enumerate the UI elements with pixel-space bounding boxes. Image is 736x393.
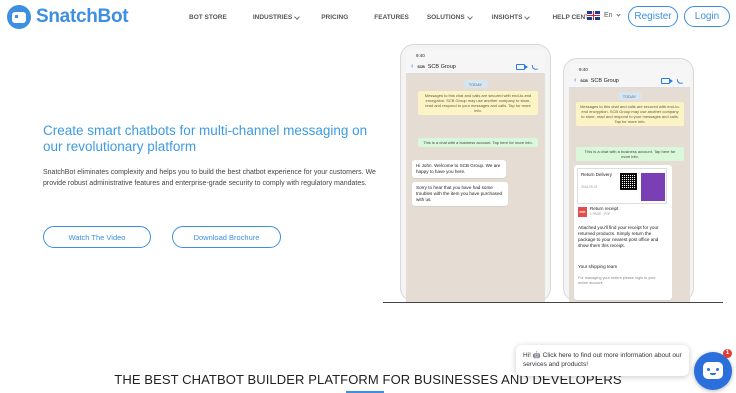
receipt-card: Return Delivery 2018-09-23 (577, 168, 667, 204)
nav-label: PRICING (321, 14, 349, 21)
business-notice: This is a chat with a business account. … (418, 138, 538, 147)
qr-code (620, 173, 637, 190)
nav-label: BOT STORE (189, 14, 227, 21)
nav-item-insights[interactable]: INSIGHTS (491, 13, 531, 21)
file-meta: 1 PAGE · PDF (590, 212, 611, 216)
chat-header: ‹ SCB SCB Group (406, 60, 545, 74)
chat-widget-tooltip[interactable]: Hi! 🤖 Click here to find out more inform… (516, 345, 689, 376)
back-arrow-icon: ‹ (574, 77, 577, 84)
robot-icon (703, 362, 723, 379)
video-call-icon (516, 63, 528, 70)
phones-illustration: 9:40 ‹ SCB SCB Group TODAY Messages to t… (383, 36, 723, 303)
chevron-down-icon (294, 13, 301, 20)
encryption-notice: Messages to this chat and calls are secu… (418, 91, 538, 115)
phone-mockup-front: 9:40 ‹ SCB SCB Group TODAY Messages to t… (563, 58, 694, 303)
nav-label: FEATURES (374, 14, 409, 21)
phone-call-icon (676, 77, 684, 84)
brand-name: SnatchBot (36, 6, 129, 27)
nav-item-solutions[interactable]: SOLUTIONS (426, 13, 473, 21)
nav-item-features[interactable]: FEATURES (374, 14, 409, 21)
file-name[interactable]: Return receipt (590, 206, 618, 212)
chat-contact-name: SCB Group (590, 77, 619, 84)
hero-title: Create smart chatbots for multi-channel … (43, 123, 368, 154)
nav-item-bot-store[interactable]: BOT STORE (189, 14, 227, 21)
chat-contact-name: SCB Group (427, 63, 456, 70)
receipt-card-title: Return Delivery (581, 172, 613, 177)
receipt-footer: For managing your orders please login to… (578, 276, 656, 285)
status-time: 9:40 (569, 64, 690, 74)
hero-description: SnatchBot eliminates complexity and help… (43, 169, 376, 187)
download-brochure-button[interactable]: Download Brochure (172, 226, 281, 248)
site-header: SnatchBot BOT STORE INDUSTRIES PRICING F… (0, 0, 736, 36)
receipt-card-meta: 2018-09-23 (581, 185, 598, 189)
nav-label: INSIGHTS (491, 14, 523, 21)
notification-badge: 1 (723, 349, 732, 358)
chat-header: ‹ SCB SCB Group (569, 74, 690, 88)
scb-logo: SCB (580, 78, 588, 83)
chat-message: Hi John. Welcome to SCB Group. We are ha… (412, 160, 506, 178)
nav-label: SOLUTIONS (426, 14, 465, 21)
chevron-down-icon (466, 13, 473, 20)
illustration-baseline (383, 302, 723, 303)
date-divider: TODAY (463, 80, 488, 88)
date-divider: TODAY (617, 92, 642, 100)
phone-call-icon (531, 63, 539, 70)
nav-item-pricing[interactable]: PRICING (321, 14, 348, 21)
login-button[interactable]: Login (684, 6, 730, 27)
phone-mockup-back: 9:40 ‹ SCB SCB Group TODAY Messages to t… (400, 44, 551, 303)
chevron-down-icon (615, 12, 621, 17)
scb-logo: SCB (417, 64, 425, 69)
pdf-file-icon: PDF (578, 207, 587, 217)
language-selector[interactable]: En (587, 11, 621, 20)
encryption-notice: Messages to this chat and calls are secu… (576, 102, 684, 126)
main-nav: BOT STORE INDUSTRIES PRICING FEATURES SO… (189, 13, 598, 21)
language-label: En (604, 12, 613, 19)
business-notice: This is a chat with a business account. … (576, 147, 684, 161)
register-button[interactable]: Register (628, 6, 678, 27)
brand-logo[interactable]: SnatchBot (7, 5, 129, 29)
back-arrow-icon: ‹ (411, 63, 414, 70)
nav-item-industries[interactable]: INDUSTRIES (252, 13, 301, 21)
watch-video-button[interactable]: Watch The Video (43, 226, 151, 248)
receipt-text: Attached you'll find your receipt for yo… (578, 225, 659, 248)
chat-message: Sorry to hear that you have had some tro… (412, 182, 508, 206)
signoff: Your shipping team (578, 264, 618, 269)
chevron-down-icon (524, 13, 531, 20)
uk-flag-icon (587, 11, 600, 20)
nav-label: INDUSTRIES (252, 14, 293, 21)
return-label-graphic (641, 173, 665, 201)
robot-logo-icon (7, 5, 31, 29)
video-call-icon (661, 77, 673, 84)
status-time: 9:40 (406, 50, 545, 60)
receipt-message: Return Delivery 2018-09-23 PDF Return re… (574, 165, 672, 300)
